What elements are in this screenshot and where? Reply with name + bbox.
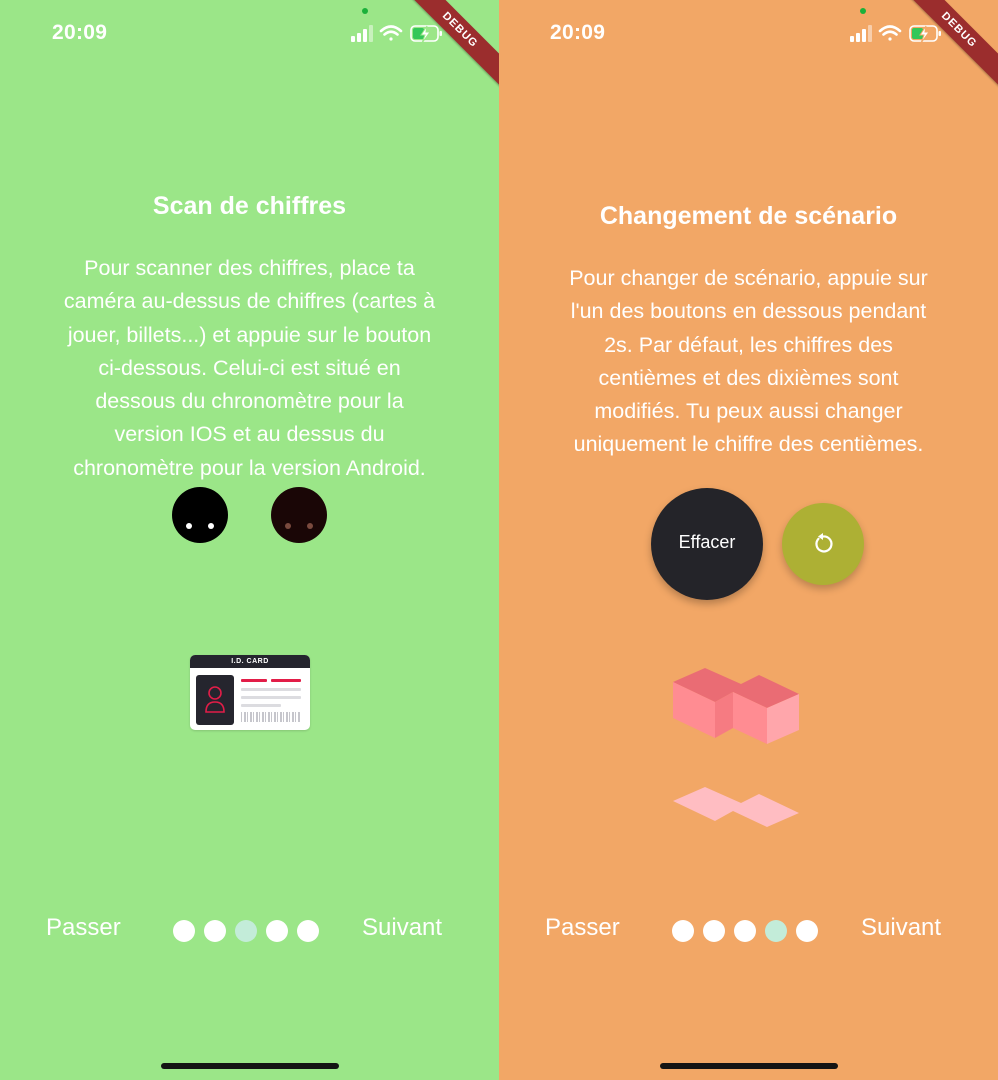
status-time: 20:09: [550, 21, 606, 44]
battery-charging-icon: [410, 25, 442, 44]
description-line: l'un des boutons en dessous pendant: [570, 299, 927, 324]
status-bar: 20:09 DEBUG: [499, 0, 998, 91]
description-line: 2s. Par défaut, les chiffres des: [604, 332, 893, 357]
battery-charging-icon: [909, 25, 941, 44]
page-dot[interactable]: [204, 920, 226, 942]
description-line: chronomètre pour la version Android.: [73, 455, 426, 480]
reset-icon: [815, 533, 833, 553]
privacy-indicator-dot: [362, 8, 368, 14]
status-icons: [850, 25, 941, 44]
scan-button-demo: [172, 487, 228, 543]
description-line: caméra au-dessus de chiffres (cartes à: [63, 289, 436, 314]
page-dot[interactable]: [796, 920, 818, 942]
id-card-icon: I.D. CARD: [190, 655, 310, 730]
privacy-indicator-dot: [860, 8, 866, 14]
wifi-icon: [379, 25, 403, 41]
page-dot[interactable]: [734, 920, 756, 942]
clear-button[interactable]: Effacer: [651, 488, 763, 600]
wifi-icon: [878, 25, 902, 41]
home-indicator[interactable]: [660, 1063, 838, 1069]
description-line: dessous du chronomètre pour la: [95, 389, 404, 414]
page-title: Changement de scénario: [599, 202, 898, 230]
skip-button[interactable]: Passer: [46, 914, 121, 942]
signal-icon: [351, 25, 373, 42]
page-dot[interactable]: [297, 920, 319, 942]
description-line: ci-dessous. Celui-ci est situé en: [98, 355, 401, 380]
status-time: 20:09: [52, 21, 108, 44]
isometric-shape-illustration: [673, 668, 799, 827]
page-dot-active[interactable]: [235, 920, 257, 942]
page-dot[interactable]: [703, 920, 725, 942]
next-button[interactable]: Suivant: [861, 914, 941, 942]
description-line: centièmes et des dixièmes sont: [598, 365, 899, 390]
page-description: Pour scanner des chiffres, place ta camé…: [20, 252, 479, 485]
avatar-icon: [196, 675, 234, 725]
page-dot[interactable]: [672, 920, 694, 942]
status-bar: 20:09 DEBUG: [0, 0, 499, 91]
page-dot-active[interactable]: [765, 920, 787, 942]
page-indicator: [173, 920, 319, 942]
description-line: Pour scanner des chiffres, place ta: [84, 256, 415, 280]
id-card-header: I.D. CARD: [190, 655, 310, 668]
onboarding-screen-scan: 20:09 DEBUG Scan de chiffres Pour scanne…: [0, 0, 499, 1080]
description-line: jouer, billets...) et appuie sur le bout…: [67, 322, 432, 347]
skip-button[interactable]: Passer: [545, 914, 620, 942]
status-icons: [351, 25, 442, 44]
reset-button[interactable]: [782, 503, 864, 585]
signal-icon: [850, 25, 872, 42]
description-line: modifiés. Tu peux aussi changer: [594, 399, 903, 424]
page-dot[interactable]: [266, 920, 288, 942]
barcode: [241, 712, 301, 722]
description-line: version IOS et au dessus du: [114, 422, 385, 447]
page-title: Scan de chiffres: [152, 192, 347, 220]
page-description: Pour changer de scénario, appuie sur l'u…: [521, 262, 976, 462]
next-button[interactable]: Suivant: [362, 914, 442, 942]
scan-button-demo-pressed: [271, 487, 327, 543]
description-line: uniquement le chiffre des centièmes.: [573, 432, 924, 457]
page-dot[interactable]: [173, 920, 195, 942]
description-line: Pour changer de scénario, appuie sur: [569, 266, 928, 290]
clear-button-label: Effacer: [678, 532, 736, 552]
page-indicator: [672, 920, 818, 942]
onboarding-screen-scenario: 20:09 DEBUG Changement de scénario Pour …: [499, 0, 998, 1080]
home-indicator[interactable]: [161, 1063, 339, 1069]
